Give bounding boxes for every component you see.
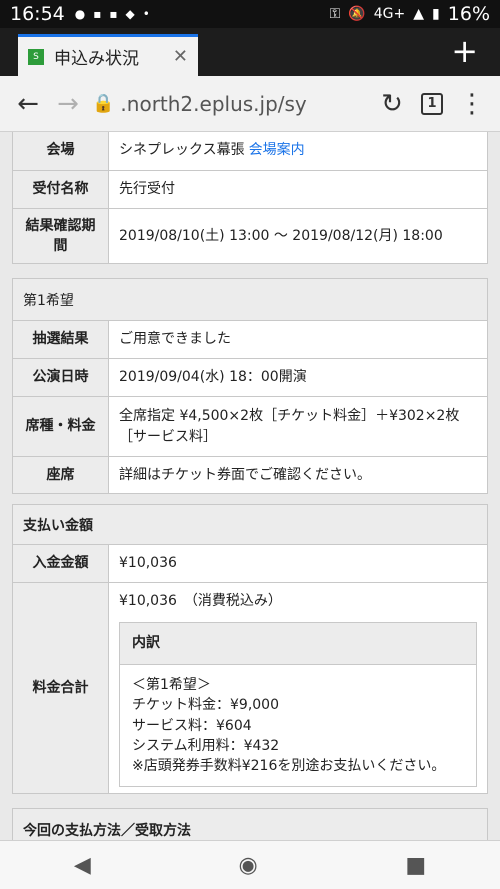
reload-icon[interactable]: ↻ [372,84,412,124]
network-type: 4G+ [373,6,406,22]
row-value: 2019/08/10(土) 13:00 〜 2019/08/12(月) 18:0… [119,227,443,244]
url-bar[interactable]: .north2.eplus.jp/sy [120,92,372,116]
section-header: 第1希望 [13,279,487,321]
nav-back-icon[interactable]: ◀ [74,853,91,878]
navigation-bar: ◀ ◉ ■ [0,840,500,889]
table-row: 公演日時 2019/09/04(水) 18：00開演 [13,359,487,397]
method-panel: 今回の支払方法／受取方法 [12,808,488,840]
row-label: 結果確認期間 [13,209,109,263]
nav-recents-icon[interactable]: ■ [405,853,426,878]
tab-title: 申込み状況 [54,49,139,69]
table-row: 会場 シネプレックス幕張 会場案内 [13,132,487,171]
status-bar: 16:54 ● ▪ ▪ ◆ • ⚿ 🔕 4G+ ▲ ▮ 16% [0,0,500,28]
mute-icon: 🔕 [348,6,366,22]
total-cell: ¥10,036 （消費税込み） 内訳 ＜第1希望＞ チケット料金：¥9,000 … [109,583,487,793]
table-row: 受付名称 先行受付 [13,171,487,209]
battery-level: 16% [447,3,490,25]
row-label: 公演日時 [13,359,109,396]
venue-panel: 会場 シネプレックス幕張 会場案内 受付名称 先行受付 結果確認期間 2019/… [12,132,488,264]
status-time: 16:54 [10,3,65,25]
row-value: ご用意できました [119,331,231,347]
tab-strip: S 申込み状況 ✕ + [0,28,500,76]
breakdown-line: ＜第1希望＞ [132,677,211,693]
row-label: 入金金額 [13,545,109,582]
forward-arrow-icon[interactable]: → [48,84,88,124]
row-label: 座席 [13,457,109,493]
breakdown-box: 内訳 ＜第1希望＞ チケット料金：¥9,000 サービス料：¥604 システム利… [119,622,477,788]
venue-name: シネプレックス幕張 [119,142,245,158]
venue-guide-link[interactable]: 会場案内 [249,140,305,161]
total-amount: ¥10,036 （消費税込み） [119,593,282,609]
table-row: 料金合計 ¥10,036 （消費税込み） 内訳 ＜第1希望＞ チケット料金：¥9… [13,583,487,793]
breakdown-title: 内訳 [120,623,476,665]
table-row: 抽選結果 ご用意できました [13,321,487,359]
breakdown-line: チケット料金：¥9,000 [132,697,279,714]
choice-panel: 第1希望 抽選結果 ご用意できました 公演日時 2019/09/04(水) 18… [12,278,488,494]
close-tab-icon[interactable]: ✕ [173,46,188,67]
page-content: 会場 シネプレックス幕張 会場案内 受付名称 先行受付 結果確認期間 2019/… [0,132,500,840]
table-row: 座席 詳細はチケット券面でご確認ください。 [13,457,487,493]
app-icon-2: ▪ [109,7,118,21]
tab-switcher-button[interactable]: 1 [412,84,452,124]
table-row: 席種・料金 全席指定 ¥4,500×2枚［チケット料金］＋¥302×2枚［サービ… [13,397,487,457]
section-header: 今回の支払方法／受取方法 [13,809,487,840]
signal-icon: ▲ [413,6,425,22]
row-label: 抽選結果 [13,321,109,358]
tab-count: 1 [421,92,443,115]
row-value: シネプレックス幕張 会場案内 [109,132,487,170]
notification-icons: ● ▪ ▪ ◆ • [75,7,150,21]
row-label: 受付名称 [13,171,109,208]
row-label: 会場 [13,132,109,170]
menu-icon[interactable]: ⋮ [452,84,492,124]
breakdown-line: ※店頭発券手数料¥216を別途お支払いください。 [132,758,446,775]
row-value: 2019/09/04(水) 18：00開演 [119,369,307,385]
lock-icon: 🔒 [92,93,115,114]
breakdown-line: サービス料：¥604 [132,717,252,734]
battery-icon: ▮ [432,6,440,22]
browser-toolbar: ← → 🔒 .north2.eplus.jp/sy ↻ 1 ⋮ [0,76,500,132]
chat-icon: ● [74,7,86,21]
back-arrow-icon[interactable]: ← [8,84,48,124]
browser-tab[interactable]: S 申込み状況 ✕ [18,34,198,76]
app-icon: ▪ [93,7,102,21]
table-row: 結果確認期間 2019/08/10(土) 13:00 〜 2019/08/12(… [13,209,487,263]
breakdown-line: システム利用料：¥432 [132,737,280,754]
row-label: 席種・料金 [13,397,109,456]
breakdown-body: ＜第1希望＞ チケット料金：¥9,000 サービス料：¥604 システム利用料：… [120,665,476,786]
table-row: 入金金額 ¥10,036 [13,545,487,583]
drop-icon: ◆ [125,7,135,21]
new-tab-icon[interactable]: + [451,32,478,70]
favicon-icon: S [28,48,44,65]
row-label: 料金合計 [13,583,109,793]
nav-home-icon[interactable]: ◉ [238,853,257,878]
dot-icon: • [142,7,150,21]
key-icon: ⚿ [329,6,341,22]
row-value: 詳細はチケット券面でご確認ください。 [119,466,371,483]
row-value: 全席指定 ¥4,500×2枚［チケット料金］＋¥302×2枚［サービス料］ [119,407,460,445]
payment-panel: 支払い金額 入金金額 ¥10,036 料金合計 ¥10,036 （消費税込み） … [12,504,488,794]
section-header: 支払い金額 [13,505,487,545]
row-value: 先行受付 [119,181,175,197]
deposit-amount: ¥10,036 [119,555,177,571]
